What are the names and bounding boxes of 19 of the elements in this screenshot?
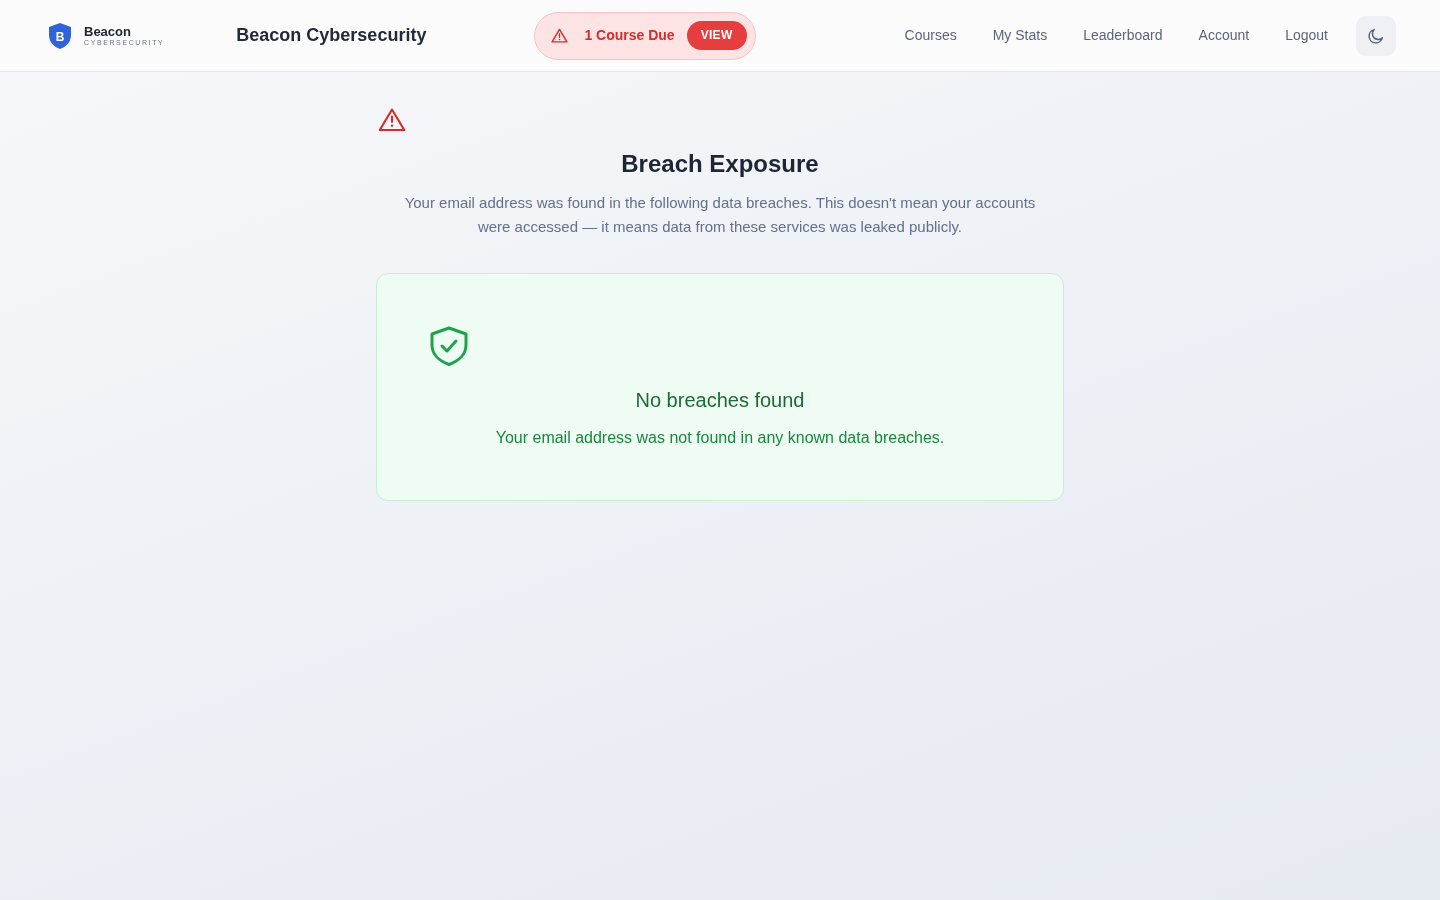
alert-text: 1 Course Due xyxy=(584,26,675,45)
nav-link[interactable]: Courses xyxy=(886,17,975,54)
nav-link[interactable]: Account xyxy=(1180,17,1268,54)
site-title: Beacon Cybersecurity xyxy=(236,24,427,47)
result-title: No breaches found xyxy=(634,388,806,413)
logo-letter: B xyxy=(55,29,65,43)
shield-check-icon xyxy=(429,326,469,367)
view-button[interactable]: VIEW xyxy=(686,21,747,50)
warning-icon xyxy=(378,107,406,133)
page-title: Breach Exposure xyxy=(620,150,820,180)
theme-toggle-button[interactable] xyxy=(1356,15,1396,56)
result-message: Your email address was not found in any known data breaches. xyxy=(494,428,946,449)
nav-link[interactable]: Logout xyxy=(1267,17,1346,54)
nav-link[interactable]: Leaderboard xyxy=(1065,17,1181,54)
moon-icon xyxy=(1367,26,1385,45)
page-description: Your email address was found in the following data breaches. This doesn't mean your accounts were accessed — it means data from these services was leaked publicly. xyxy=(403,193,1037,238)
nav-link[interactable]: My Stats xyxy=(974,17,1066,54)
warning-icon xyxy=(551,28,569,43)
logo-name: Beacon xyxy=(84,25,132,39)
